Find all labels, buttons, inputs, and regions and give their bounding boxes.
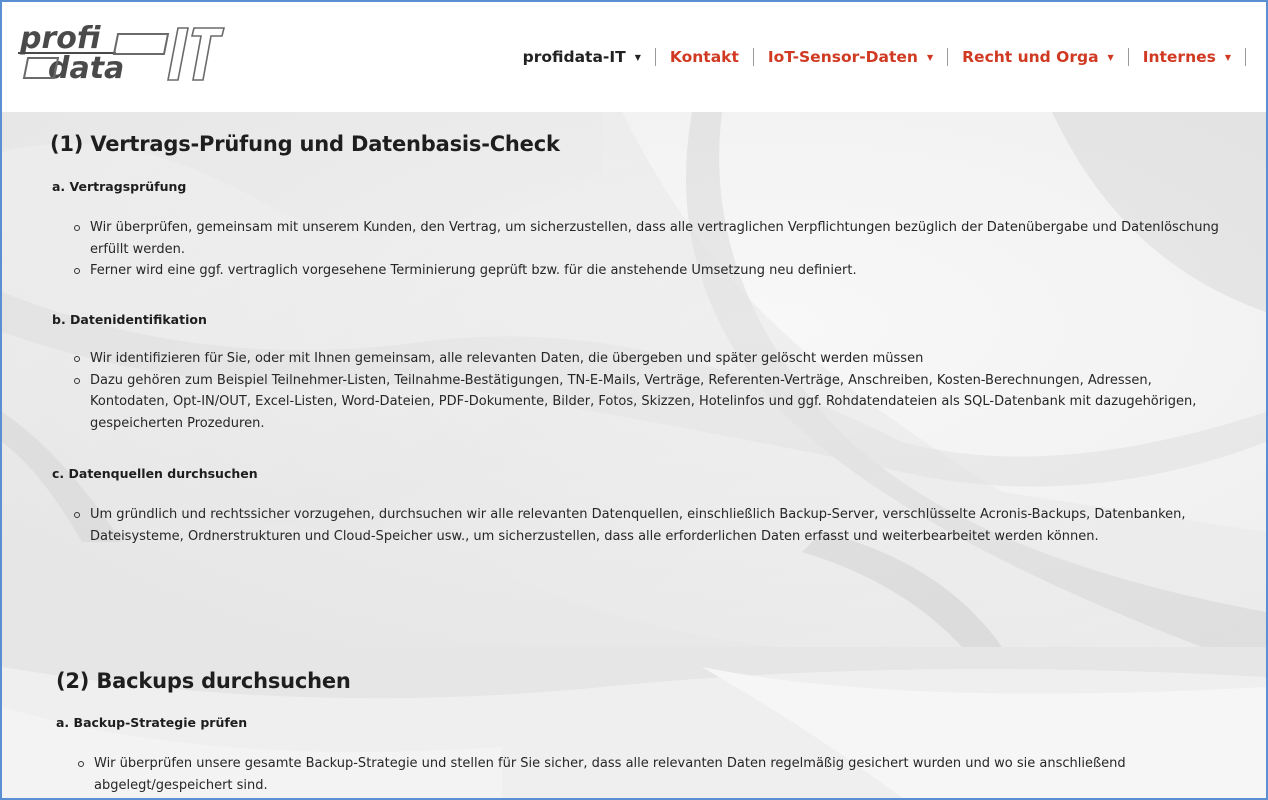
nav-item-internes[interactable]: Internes ▼: [1143, 48, 1231, 66]
nav-label: IoT-Sensor-Daten: [767, 48, 918, 66]
list-datenidentifikation: Wir identifizieren für Sie, oder mit Ihn…: [72, 348, 1222, 434]
subheading-backup-strategie: a. Backup-Strategie prüfen: [56, 715, 248, 730]
list-item: Wir identifizieren für Sie, oder mit Ihn…: [72, 348, 1222, 370]
caret-down-icon: ▼: [926, 52, 934, 62]
nav-item-recht-und-orga[interactable]: Recht und Orga ▼: [962, 48, 1114, 66]
list-item: Um gründlich und rechtssicher vorzugehen…: [72, 504, 1242, 547]
list-datenquellen: Um gründlich und rechtssicher vorzugehen…: [72, 504, 1242, 547]
nav-label: Recht und Orga: [962, 48, 1099, 66]
list-item: Wir überprüfen unsere gesamte Backup-Str…: [76, 753, 1226, 796]
subheading-vertragspruefung: a. Vertragsprüfung: [52, 179, 187, 194]
section-title: (1) Vertrags-Prüfung und Datenbasis-Chec…: [50, 132, 560, 156]
logo-text-bottom: data: [48, 51, 124, 84]
subheading-datenquellen: c. Datenquellen durchsuchen: [52, 466, 258, 481]
list-item: Ferner wird eine ggf. vertraglich vorges…: [72, 260, 1222, 282]
section-backups: (2) Backups durchsuchen a. Backup-Strate…: [2, 647, 1266, 798]
page-frame: profi data profidata-IT ▼ Kontakt IoT-Se…: [0, 0, 1268, 800]
caret-down-icon: ▼: [1107, 52, 1114, 62]
list-item: Wir überprüfen, gemeinsam mit unserem Ku…: [72, 217, 1222, 260]
list-backup-strategie: Wir überprüfen unsere gesamte Backup-Str…: [76, 753, 1226, 796]
nav-label: Internes: [1142, 48, 1216, 66]
subheading-datenidentifikation: b. Datenidentifikation: [52, 312, 207, 327]
nav-separator: [1127, 48, 1129, 66]
list-item: Dazu gehören zum Beispiel Teilnehmer-Lis…: [72, 370, 1222, 435]
main-navigation: profidata-IT ▼ Kontakt IoT-Sensor-Daten …: [523, 45, 1260, 69]
nav-item-profidata-it[interactable]: profidata-IT ▼: [523, 48, 641, 66]
caret-down-icon: ▼: [1224, 52, 1231, 62]
section-title: (2) Backups durchsuchen: [56, 669, 351, 693]
nav-separator: [947, 48, 949, 66]
nav-label: Kontakt: [669, 48, 739, 66]
section-vertrags-pruefung: (1) Vertrags-Prüfung und Datenbasis-Chec…: [2, 112, 1266, 647]
profidata-it-logo[interactable]: profi data: [18, 20, 228, 84]
nav-separator: [654, 48, 656, 66]
site-header: profi data profidata-IT ▼ Kontakt IoT-Se…: [2, 2, 1266, 112]
nav-item-kontakt[interactable]: Kontakt: [670, 48, 739, 66]
nav-label: profidata-IT: [522, 48, 626, 66]
list-vertragspruefung: Wir überprüfen, gemeinsam mit unserem Ku…: [72, 217, 1222, 282]
nav-separator: [752, 48, 754, 66]
nav-separator: [1245, 48, 1246, 66]
nav-item-iot-sensor-daten[interactable]: IoT-Sensor-Daten ▼: [768, 48, 933, 66]
caret-down-icon: ▼: [634, 52, 641, 62]
